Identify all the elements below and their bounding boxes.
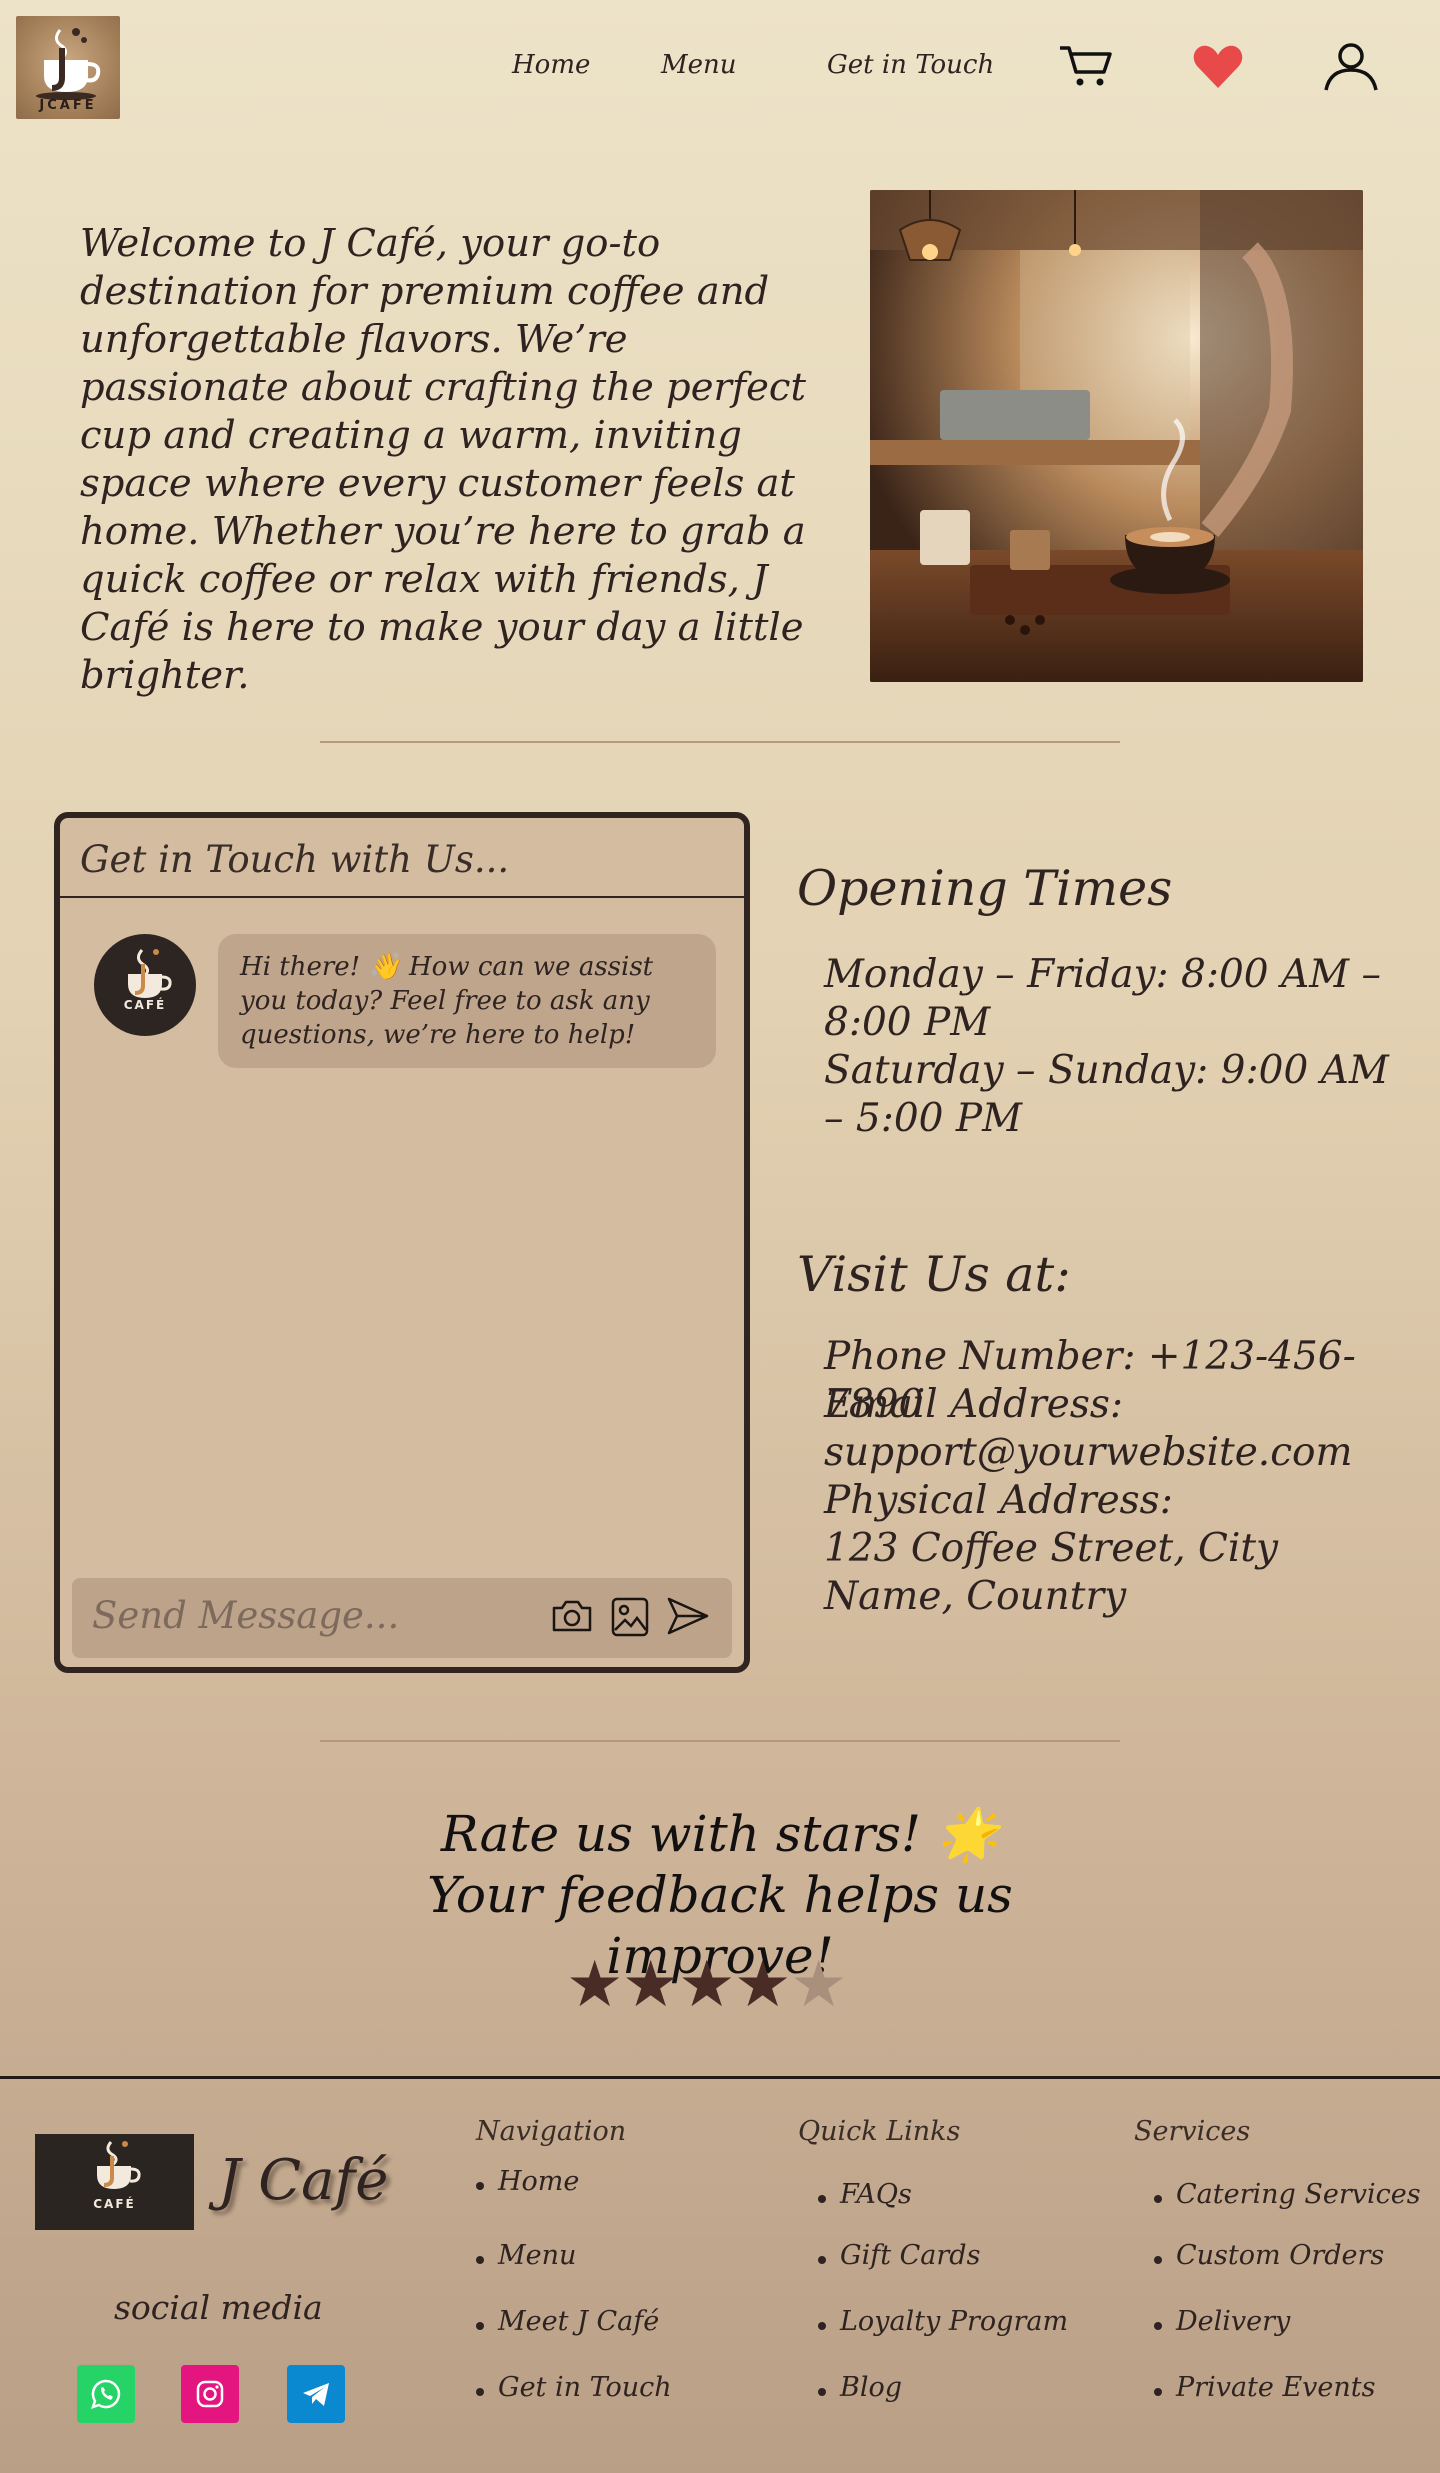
footer-nav-get-in-touch[interactable]: Get in Touch — [476, 2372, 672, 2403]
nav-menu[interactable]: Menu — [661, 50, 737, 80]
footer-service-catering[interactable]: Catering Services — [1154, 2179, 1421, 2210]
footer-service-private-events[interactable]: Private Events — [1154, 2372, 1376, 2403]
image-icon[interactable] — [610, 1596, 650, 1642]
message-input[interactable]: Send Message... — [92, 1594, 399, 1637]
opening-times-heading: Opening Times — [797, 860, 1173, 917]
star-5-icon[interactable]: ★ — [790, 1950, 847, 2020]
whatsapp-icon[interactable] — [77, 2365, 135, 2423]
footer-quick-links-heading: Quick Links — [798, 2116, 961, 2147]
physical-address: 123 Coffee Street, City Name, Country — [824, 1526, 1279, 1619]
nav-home[interactable]: Home — [512, 50, 590, 80]
nav-get-in-touch[interactable]: Get in Touch — [827, 50, 994, 80]
site-header: JCAFÉ Home Menu Get in Touch — [0, 0, 1440, 135]
footer-nav-menu[interactable]: Menu — [475, 2240, 576, 2271]
send-icon[interactable] — [666, 1596, 710, 1640]
coffee-cup-logo-icon — [97, 2141, 141, 2189]
footer-link-gift-cards[interactable]: Gift Cards — [817, 2240, 980, 2271]
cafe-hero-image — [870, 190, 1363, 682]
footer-brand-name: J Café — [218, 2148, 389, 2213]
opening-hours-weekdays: Monday – Friday: 8:00 AM – 8:00 PM — [824, 952, 1382, 1045]
chat-title: Get in Touch with Us... — [80, 838, 510, 881]
footer-services-heading: Services — [1134, 2116, 1251, 2147]
footer-link-loyalty-program[interactable]: Loyalty Program — [817, 2306, 1068, 2337]
welcome-text: Welcome to J Café, your go-to destinatio… — [80, 221, 806, 698]
email-label: Email Address: — [824, 1382, 1124, 1427]
section-divider — [320, 1740, 1120, 1742]
footer-logo-text: CAFÉ — [93, 2197, 136, 2211]
chat-widget: Get in Touch with Us... CAFÉ Hi there! 👋… — [54, 812, 750, 1673]
star-3-icon[interactable]: ★ — [678, 1950, 735, 2020]
footer-divider — [0, 2076, 1440, 2079]
star-rating: ★★★★★ — [566, 1950, 847, 2020]
user-icon[interactable] — [1323, 42, 1379, 96]
social-media-label: social media — [114, 2288, 323, 2327]
logo-wordmark: JCAFÉ — [39, 98, 97, 113]
footer-link-blog[interactable]: Blog — [817, 2372, 902, 2403]
camera-icon[interactable] — [550, 1596, 594, 1640]
star-4-icon[interactable]: ★ — [734, 1950, 791, 2020]
email-address[interactable]: support@yourwebsite.com — [824, 1429, 1404, 1477]
cart-icon[interactable] — [1058, 44, 1114, 92]
footer-service-custom-orders[interactable]: Custom Orders — [1153, 2240, 1384, 2271]
footer-nav-meet-j-cafe[interactable]: Meet J Café — [475, 2306, 659, 2337]
footer-nav-home[interactable]: Home — [475, 2166, 579, 2197]
telegram-icon[interactable] — [287, 2365, 345, 2423]
chat-header-divider — [60, 896, 744, 898]
coffee-cup-logo-icon — [128, 949, 172, 998]
footer-link-faqs[interactable]: FAQs — [818, 2179, 912, 2210]
address-label: Physical Address: — [824, 1478, 1173, 1523]
footer-navigation-heading: Navigation — [476, 2116, 627, 2147]
heart-icon[interactable] — [1193, 44, 1243, 94]
footer-service-delivery[interactable]: Delivery — [1153, 2306, 1290, 2337]
avatar-cafe-text: CAFÉ — [123, 998, 167, 1012]
message-composer: Send Message... — [72, 1578, 732, 1658]
bot-message-bubble: Hi there! 👋 How can we assist you today?… — [218, 934, 716, 1068]
star-1-icon[interactable]: ★ — [566, 1950, 623, 2020]
section-divider — [320, 741, 1120, 743]
bot-avatar: CAFÉ — [94, 934, 196, 1036]
visit-us-heading: Visit Us at: — [797, 1246, 1071, 1303]
opening-hours-weekend: Saturday – Sunday: 9:00 AM – 5:00 PM — [824, 1048, 1389, 1141]
site-logo[interactable]: JCAFÉ — [16, 16, 120, 119]
star-2-icon[interactable]: ★ — [622, 1950, 679, 2020]
instagram-icon[interactable] — [181, 2365, 239, 2423]
footer-logo[interactable]: CAFÉ — [35, 2134, 194, 2230]
